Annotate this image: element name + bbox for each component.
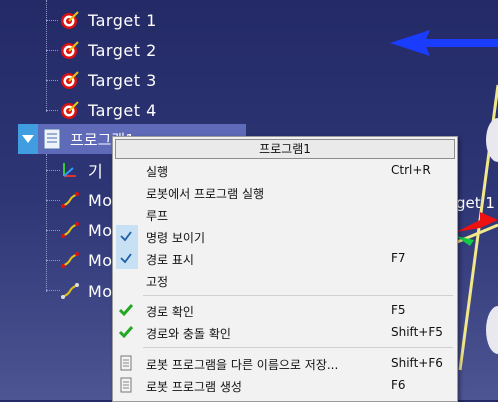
menu-item-label: 고정 bbox=[146, 275, 169, 289]
menu-separator bbox=[143, 295, 453, 296]
tree-connector bbox=[46, 230, 60, 231]
menu-item-loop[interactable]: 루프 bbox=[113, 203, 457, 225]
tree-item-target[interactable]: Target 2 bbox=[60, 39, 157, 61]
tree-item-label: Mo bbox=[88, 250, 113, 270]
move-instruction-icon bbox=[61, 192, 79, 208]
tree-connector bbox=[46, 80, 58, 81]
menu-item-save-program-as[interactable]: 로봇 프로그램을 다른 이름으로 저장... Shift+F6 bbox=[113, 352, 457, 374]
tree-connector bbox=[46, 50, 58, 51]
context-menu-title: 프로그램1 bbox=[115, 139, 455, 159]
tree-item-label: Target 3 bbox=[88, 70, 157, 90]
tree-connector bbox=[46, 200, 60, 201]
menu-item-generate-program[interactable]: 로봇 프로그램 생성 F6 bbox=[113, 374, 457, 396]
menu-item-label: 실행 bbox=[146, 165, 169, 179]
tree-item-target[interactable]: Target 4 bbox=[60, 99, 157, 121]
tree-item-label: Mo bbox=[88, 190, 113, 210]
menu-item-shortcut: F7 bbox=[391, 251, 406, 265]
menu-item-label: 로봇 프로그램을 다른 이름으로 저장... bbox=[146, 358, 339, 372]
menu-item-lock[interactable]: 고정 bbox=[113, 269, 457, 291]
blue-axis-arrow bbox=[390, 30, 498, 56]
menu-item-shortcut: Shift+F5 bbox=[391, 325, 443, 339]
checkmark-icon bbox=[120, 231, 132, 242]
target-icon bbox=[61, 101, 79, 119]
menu-item-run[interactable]: 실행 Ctrl+R bbox=[113, 159, 457, 181]
document-icon bbox=[120, 355, 132, 371]
menu-item-show-path[interactable]: 경로 표시 F7 bbox=[113, 247, 457, 269]
document-icon bbox=[120, 377, 132, 393]
menu-item-shortcut: F6 bbox=[391, 378, 406, 392]
green-check-icon bbox=[118, 326, 134, 339]
tree-item-child[interactable]: Mo bbox=[60, 189, 113, 211]
menu-item-shortcut: Ctrl+R bbox=[391, 163, 431, 177]
document-icon bbox=[43, 128, 61, 150]
tree-connector bbox=[46, 110, 58, 111]
menu-item-label: 로봇에서 프로그램 실행 bbox=[146, 187, 265, 201]
menu-item-check-path[interactable]: 경로 확인 F5 bbox=[113, 299, 457, 321]
tree-connector bbox=[46, 20, 58, 21]
move-instruction-icon bbox=[61, 222, 79, 238]
context-menu: 프로그램1 실행 Ctrl+R 로봇에서 프로그램 실행 루프 명령 보이기 경… bbox=[112, 136, 458, 402]
target-icon bbox=[61, 41, 79, 59]
tree-connector bbox=[46, 0, 47, 112]
menu-item-run-on-robot[interactable]: 로봇에서 프로그램 실행 bbox=[113, 181, 457, 203]
menu-item-label: 명령 보이기 bbox=[146, 231, 206, 245]
tree-connector bbox=[46, 170, 60, 171]
tree-item-child[interactable]: 기 bbox=[60, 159, 103, 181]
menu-item-label: 경로 표시 bbox=[146, 253, 194, 267]
green-check-icon bbox=[118, 304, 134, 317]
menu-item-shortcut: Shift+F6 bbox=[391, 356, 443, 370]
menu-item-shortcut: F5 bbox=[391, 303, 406, 317]
tree-connector bbox=[46, 260, 60, 261]
move-instruction-icon bbox=[61, 283, 79, 299]
menu-item-label: 루프 bbox=[146, 209, 169, 223]
tree-item-label: Mo bbox=[88, 281, 113, 301]
checkmark-icon bbox=[120, 253, 132, 264]
tree-connector bbox=[46, 290, 60, 291]
menu-item-label: 로봇 프로그램 생성 bbox=[146, 380, 242, 394]
tree-item-child[interactable]: Mo bbox=[60, 280, 113, 302]
menu-item-label: 경로 확인 bbox=[146, 305, 194, 319]
collapse-expander-icon[interactable] bbox=[18, 124, 38, 154]
move-instruction-icon bbox=[61, 252, 79, 268]
background-target-label: get 1 bbox=[456, 194, 495, 212]
tree-item-child[interactable]: Mo bbox=[60, 249, 113, 271]
tree-item-label: Mo bbox=[88, 220, 113, 240]
menu-item-label: 경로와 충돌 확인 bbox=[146, 327, 231, 341]
tree-item-label: Target 1 bbox=[88, 10, 157, 30]
tree-item-label: Target 2 bbox=[88, 40, 157, 60]
menu-item-show-instructions[interactable]: 명령 보이기 bbox=[113, 225, 457, 247]
frame-icon bbox=[63, 163, 76, 177]
tree-item-target[interactable]: Target 3 bbox=[60, 69, 157, 91]
tree-item-target[interactable]: Target 1 bbox=[60, 9, 157, 31]
tree-item-child[interactable]: Mo bbox=[60, 219, 113, 241]
target-icon bbox=[61, 71, 79, 89]
menu-item-check-path-collision[interactable]: 경로와 충돌 확인 Shift+F5 bbox=[113, 321, 457, 343]
target-icon bbox=[61, 11, 79, 29]
tree-connector bbox=[46, 154, 47, 292]
menu-separator bbox=[143, 347, 453, 348]
tree-item-label: 기 bbox=[88, 162, 104, 181]
tree-item-label: Target 4 bbox=[88, 100, 157, 120]
